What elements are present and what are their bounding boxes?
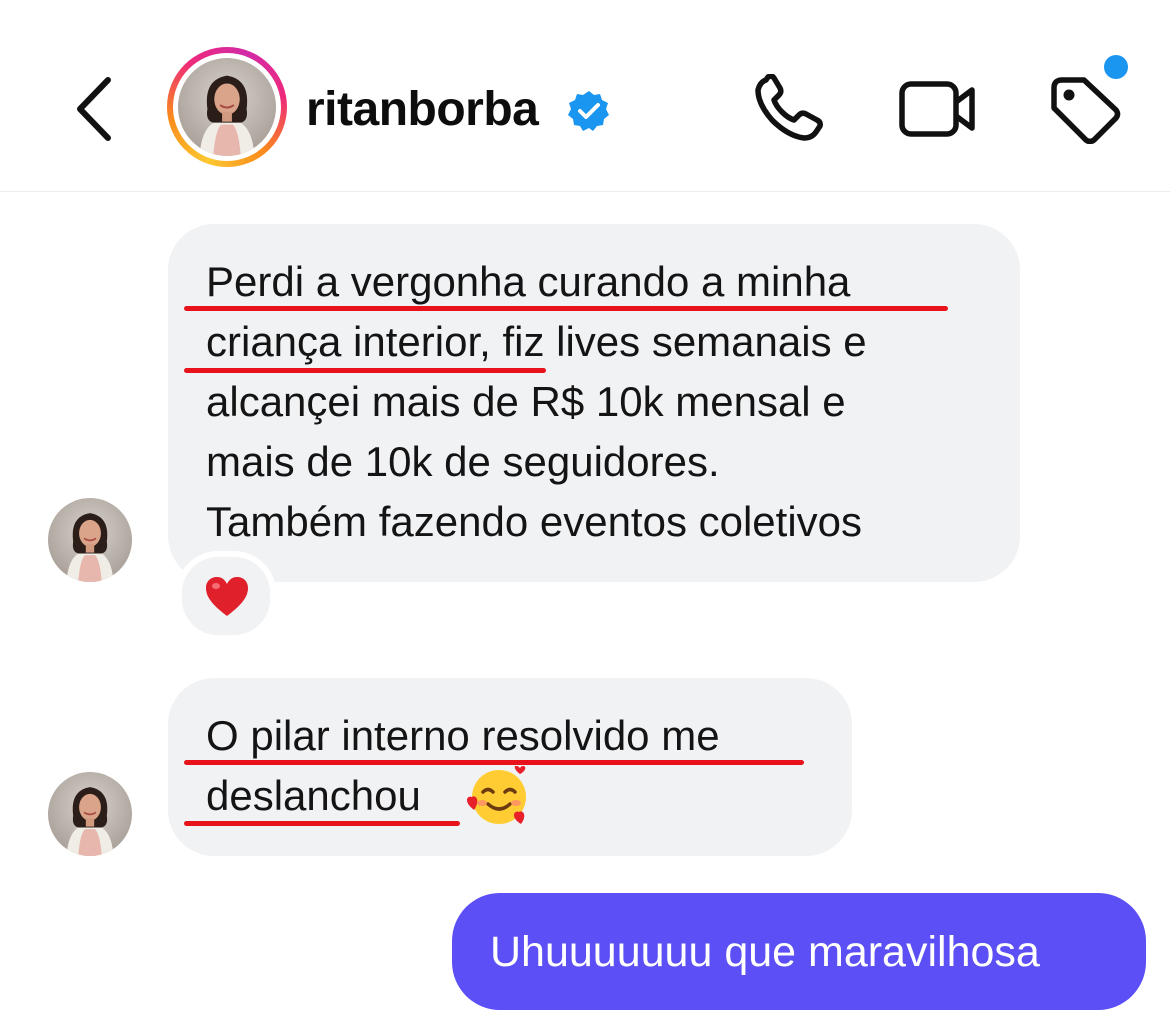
message-line: deslanchou bbox=[206, 772, 421, 819]
red-heart-emoji bbox=[206, 577, 248, 616]
chat-header: ritanborba bbox=[0, 0, 1170, 192]
phone-icon[interactable] bbox=[752, 74, 826, 144]
message-line: mais de 10k de seguidores. bbox=[206, 438, 720, 485]
chat-screen: ritanborba Perdi a vergonha curando a mi… bbox=[0, 0, 1170, 1017]
highlight-underline bbox=[184, 368, 546, 373]
message-line: Perdi a vergonha curando a minha bbox=[206, 258, 851, 305]
chevron-left-icon[interactable] bbox=[62, 70, 126, 148]
tag-icon[interactable] bbox=[1046, 76, 1122, 144]
message-line: alcançei mais de R$ 10k mensal e bbox=[206, 378, 846, 425]
message-reaction[interactable] bbox=[176, 551, 276, 641]
notification-dot bbox=[1104, 55, 1128, 79]
avatar bbox=[178, 58, 276, 156]
highlight-underline bbox=[184, 306, 948, 311]
message-text: Uhuuuuuuu que maravilhosa bbox=[490, 928, 1040, 976]
highlight-underline bbox=[184, 760, 804, 765]
message-line: Também fazendo eventos coletivos bbox=[206, 498, 863, 545]
video-camera-icon[interactable] bbox=[898, 78, 978, 140]
message-line: criança interior, fiz lives semanais e bbox=[206, 318, 867, 365]
verified-badge-icon bbox=[568, 91, 609, 131]
outgoing-message-bubble[interactable]: Uhuuuuuuu que maravilhosa bbox=[452, 893, 1146, 1010]
smiling-face-with-hearts-emoji bbox=[467, 766, 526, 824]
profile-avatar-story-ring[interactable] bbox=[167, 47, 287, 167]
message-line: O pilar interno resolvido me bbox=[206, 712, 720, 759]
avatar[interactable] bbox=[48, 498, 132, 582]
avatar[interactable] bbox=[48, 772, 132, 856]
chat-username[interactable]: ritanborba bbox=[306, 84, 539, 136]
highlight-underline bbox=[184, 821, 460, 826]
